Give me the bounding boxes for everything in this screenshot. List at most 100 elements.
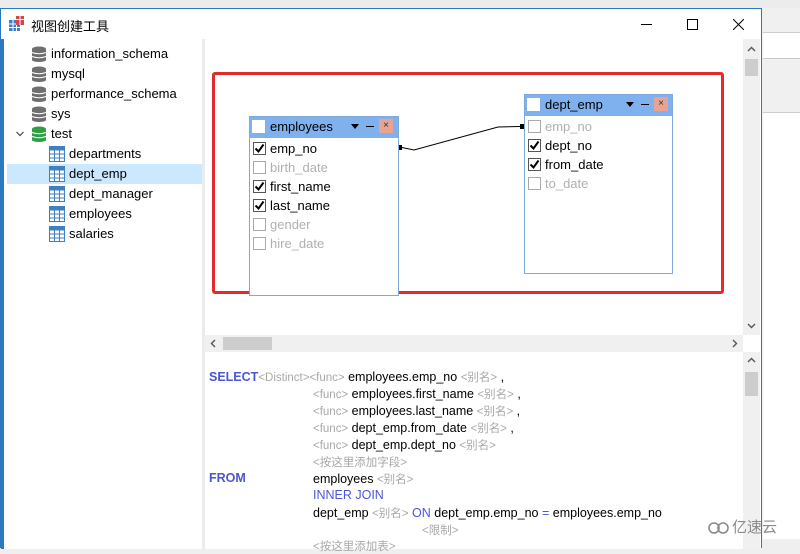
- field-row[interactable]: dept_no: [527, 136, 667, 155]
- tree-table-departments[interactable]: departments: [7, 144, 205, 164]
- alias-placeholder[interactable]: <别名>: [461, 372, 497, 384]
- field-name: gender: [270, 217, 311, 232]
- func-placeholder[interactable]: <func>: [313, 406, 348, 418]
- from-keyword[interactable]: FROM: [209, 471, 246, 485]
- scroll-right-button[interactable]: [726, 335, 743, 352]
- minimize-button[interactable]: [623, 9, 669, 39]
- field-checkbox[interactable]: [253, 237, 266, 250]
- field-row[interactable]: to_date: [527, 174, 667, 193]
- field-row[interactable]: first_name: [252, 177, 392, 196]
- checkmark-icon: [529, 140, 540, 151]
- func-placeholder[interactable]: <func>: [313, 423, 348, 435]
- select-column[interactable]: employees.emp_no: [348, 370, 457, 384]
- sql-column-line: <func> dept_emp.dept_no <别名>: [313, 437, 496, 453]
- alias-placeholder[interactable]: <别名>: [471, 423, 507, 435]
- field-checkbox[interactable]: [253, 199, 266, 212]
- add-table-placeholder[interactable]: <按这里添加表>: [313, 541, 395, 553]
- field-row[interactable]: emp_no: [527, 117, 667, 136]
- tree-db-mysql[interactable]: mysql: [7, 64, 205, 84]
- select-column[interactable]: employees.last_name: [352, 404, 474, 418]
- tree-table-employees[interactable]: employees: [7, 204, 205, 224]
- maximize-icon: [686, 18, 698, 30]
- alias-placeholder[interactable]: <别名>: [372, 508, 408, 520]
- scroll-left-button[interactable]: [205, 335, 222, 352]
- alias-placeholder[interactable]: <别名>: [477, 389, 513, 401]
- chevron-down-icon[interactable]: [15, 129, 25, 139]
- func-placeholder[interactable]: <func>: [313, 389, 348, 401]
- join-operator[interactable]: =: [542, 506, 549, 520]
- limit-placeholder[interactable]: <限制>: [422, 525, 458, 537]
- field-checkbox[interactable]: [528, 139, 541, 152]
- chevron-right-icon: [732, 339, 738, 348]
- canvas-horizontal-scrollbar[interactable]: [205, 335, 743, 352]
- field-checkbox[interactable]: [253, 161, 266, 174]
- alias-placeholder[interactable]: <别名>: [477, 406, 513, 418]
- select-column[interactable]: dept_emp.from_date: [352, 421, 467, 435]
- table-box-dept-emp[interactable]: dept_emp × emp_no dept_no from_date to_date: [524, 94, 673, 274]
- field-checkbox[interactable]: [253, 218, 266, 231]
- table-box-employees[interactable]: employees × emp_no birth_date first_name la…: [249, 116, 399, 296]
- from-table[interactable]: employees: [313, 472, 373, 486]
- field-row[interactable]: gender: [252, 215, 392, 234]
- select-column[interactable]: employees.first_name: [352, 387, 474, 401]
- field-checkbox[interactable]: [253, 180, 266, 193]
- tree-table-dept-emp[interactable]: dept_emp: [7, 164, 205, 184]
- scroll-up-button[interactable]: [743, 352, 760, 369]
- scroll-down-button[interactable]: [743, 317, 760, 334]
- select-all-checkbox[interactable]: [252, 120, 265, 133]
- checkmark-icon: [529, 159, 540, 170]
- field-row[interactable]: last_name: [252, 196, 392, 215]
- field-row[interactable]: hire_date: [252, 234, 392, 253]
- scrollbar-thumb[interactable]: [745, 59, 758, 76]
- scroll-up-button[interactable]: [743, 41, 760, 58]
- join-table[interactable]: dept_emp: [313, 506, 369, 520]
- func-placeholder[interactable]: <func>: [309, 372, 344, 384]
- field-row[interactable]: emp_no: [252, 139, 392, 158]
- select-column[interactable]: dept_emp.dept_no: [352, 438, 456, 452]
- tree-label: mysql: [51, 66, 85, 81]
- alias-placeholder[interactable]: <别名>: [459, 440, 495, 452]
- maximize-button[interactable]: [669, 9, 715, 39]
- close-icon: [732, 18, 744, 30]
- table-header[interactable]: dept_emp ×: [525, 95, 672, 116]
- field-name: dept_no: [545, 138, 592, 153]
- tree-db-sys[interactable]: sys: [7, 104, 205, 124]
- table-icon: [49, 206, 65, 222]
- dropdown-arrow-icon[interactable]: [626, 102, 634, 107]
- tree-db-performance-schema[interactable]: performance_schema: [7, 84, 205, 104]
- join-condition-left[interactable]: dept_emp.emp_no: [434, 506, 538, 520]
- field-checkbox[interactable]: [528, 158, 541, 171]
- canvas-vertical-scrollbar[interactable]: [743, 39, 760, 335]
- select-keyword[interactable]: SELECT: [209, 370, 258, 384]
- sql-editor[interactable]: SELECT<Distinct><func> employees.emp_no …: [205, 352, 743, 553]
- minimize-table-icon[interactable]: [366, 126, 374, 127]
- func-placeholder[interactable]: <func>: [313, 440, 348, 452]
- view-builder-app-icon: [9, 16, 24, 31]
- field-row[interactable]: from_date: [527, 155, 667, 174]
- field-checkbox[interactable]: [253, 142, 266, 155]
- field-row[interactable]: birth_date: [252, 158, 392, 177]
- scrollbar-thumb[interactable]: [745, 372, 758, 396]
- remove-table-icon[interactable]: ×: [379, 119, 393, 133]
- join-type[interactable]: INNER JOIN: [313, 488, 384, 502]
- tree-table-salaries[interactable]: salaries: [7, 224, 205, 244]
- join-condition-right[interactable]: employees.emp_no: [553, 506, 662, 520]
- close-button[interactable]: [715, 9, 761, 39]
- scrollbar-thumb[interactable]: [223, 337, 272, 350]
- field-checkbox[interactable]: [528, 120, 541, 133]
- on-keyword: ON: [412, 506, 431, 520]
- background-window-edge: [763, 8, 800, 539]
- field-checkbox[interactable]: [528, 177, 541, 190]
- tree-table-dept-manager[interactable]: dept_manager: [7, 184, 205, 204]
- distinct-placeholder[interactable]: <Distinct>: [258, 372, 309, 384]
- tree-db-test[interactable]: test: [7, 124, 205, 144]
- alias-placeholder[interactable]: <别名>: [377, 474, 413, 486]
- select-all-checkbox[interactable]: [527, 98, 540, 111]
- sql-select-line: SELECT<Distinct><func> employees.emp_no …: [209, 369, 504, 385]
- minimize-table-icon[interactable]: [641, 104, 649, 105]
- tree-db-information-schema[interactable]: information_schema: [7, 44, 205, 64]
- dropdown-arrow-icon[interactable]: [351, 124, 359, 129]
- remove-table-icon[interactable]: ×: [654, 97, 668, 111]
- add-field-placeholder[interactable]: <按这里添加字段>: [313, 457, 407, 469]
- table-header[interactable]: employees ×: [250, 117, 398, 138]
